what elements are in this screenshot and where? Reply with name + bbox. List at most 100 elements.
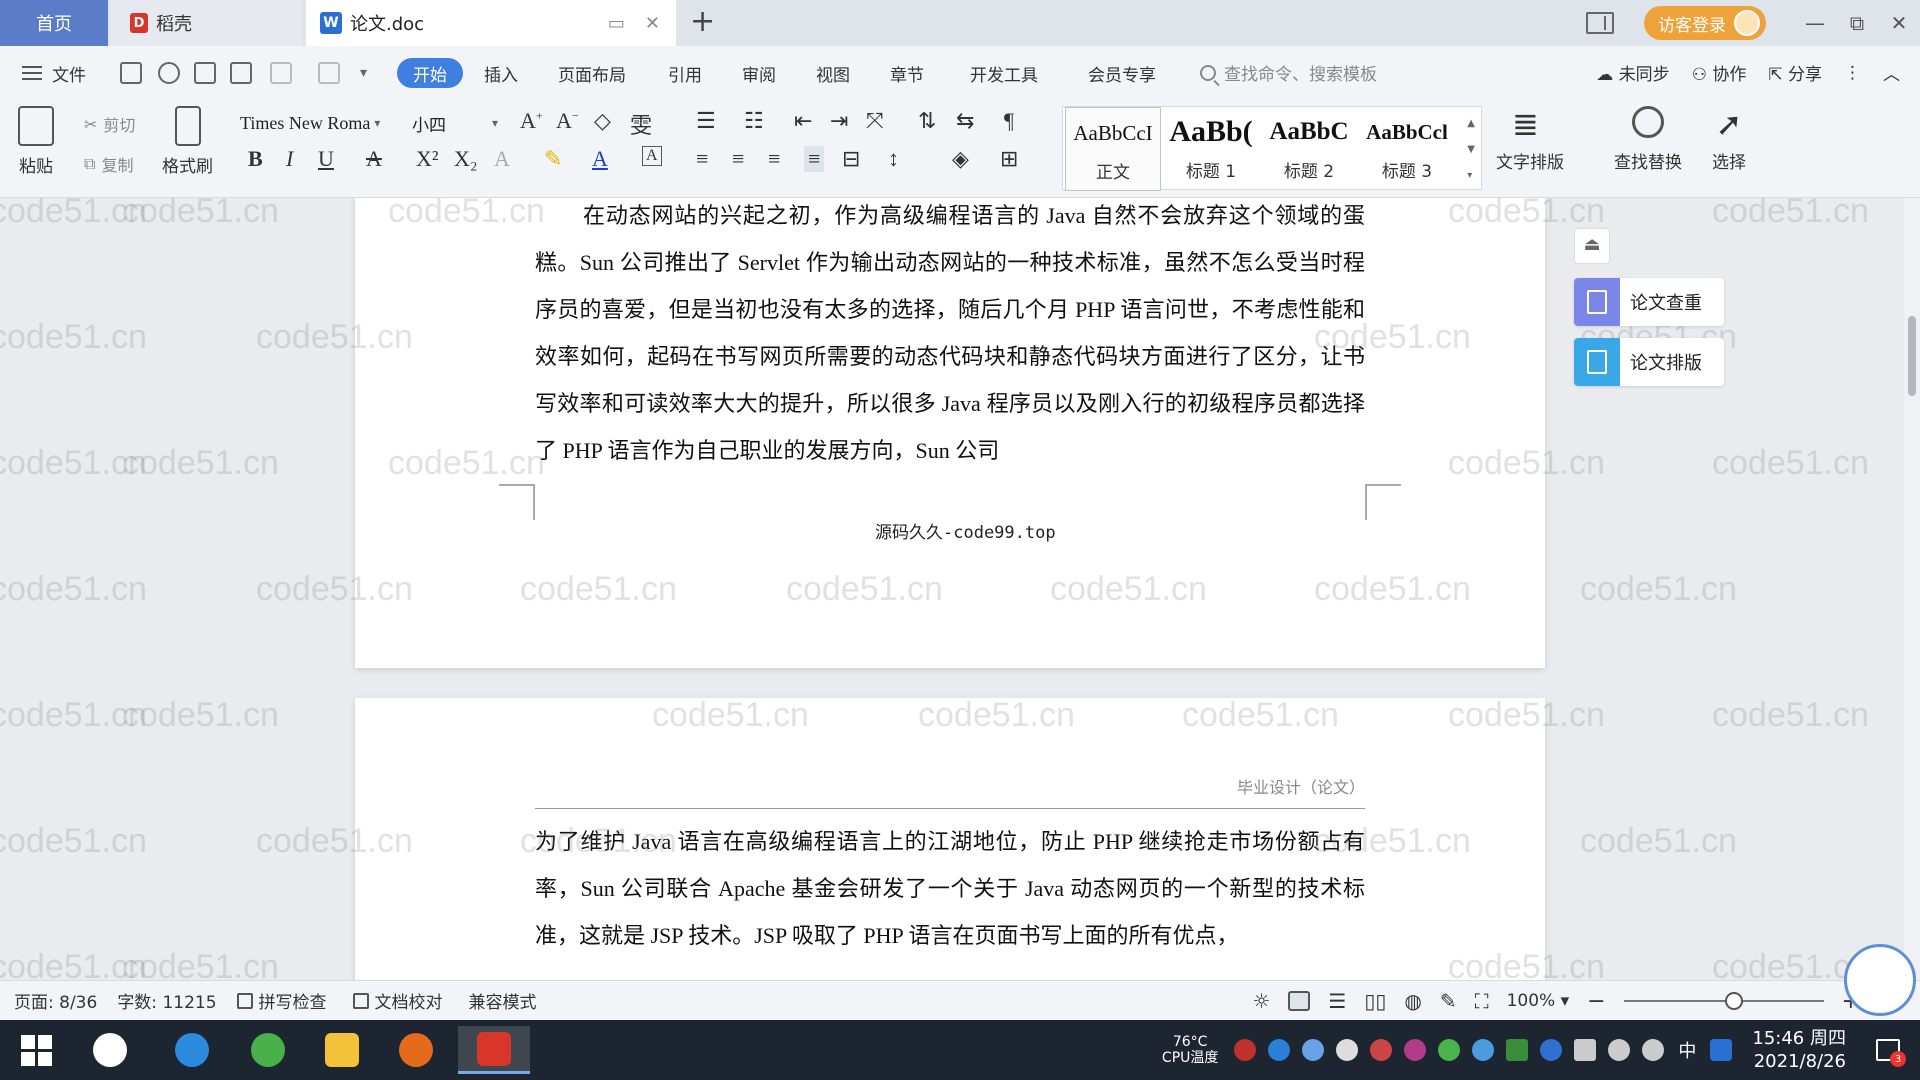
tray-app-icon[interactable] xyxy=(1234,1039,1257,1061)
edit-view-icon[interactable]: ✎ xyxy=(1440,989,1457,1013)
system-clock[interactable]: 15:46 周四 2021/8/26 xyxy=(1752,1027,1846,1073)
body-paragraph[interactable]: 为了维护 Java 语言在高级编程语言上的江湖地位，防止 PHP 继续抢走市场份… xyxy=(535,818,1365,959)
page-view-icon[interactable] xyxy=(1288,991,1311,1011)
qq-icon[interactable] xyxy=(1710,1039,1733,1061)
reading-view-icon[interactable]: ▯▯ xyxy=(1364,989,1386,1013)
notification-center-icon[interactable]: 3 xyxy=(1876,1039,1906,1067)
taskbar-app[interactable] xyxy=(242,1026,294,1074)
menu-page-layout[interactable]: 页面布局 xyxy=(558,58,626,88)
style-heading-1[interactable]: AaBb( 标题 1 xyxy=(1163,107,1259,191)
side-panel-collapse-button[interactable]: ⏏ xyxy=(1574,228,1610,264)
underline-button[interactable]: U xyxy=(318,146,334,172)
bell-icon[interactable] xyxy=(1336,1039,1359,1061)
italic-button[interactable]: I xyxy=(286,146,293,172)
menu-review[interactable]: 审阅 xyxy=(742,58,776,88)
distribute-icon[interactable]: ⊟ xyxy=(842,146,860,172)
taskbar-app[interactable] xyxy=(166,1026,218,1074)
collapse-ribbon-icon[interactable]: ︿ xyxy=(1883,60,1900,85)
style-normal[interactable]: AaBbCcI 正文 xyxy=(1065,107,1161,191)
word-count[interactable]: 字数: 11215 xyxy=(117,988,216,1013)
doc-proof-button[interactable]: 文档校对 xyxy=(352,988,443,1013)
document-page[interactable]: 毕业设计（论文） 为了维护 Java 语言在高级编程语言上的江湖地位，防止 PH… xyxy=(355,698,1545,980)
justify-icon[interactable]: ≡ xyxy=(804,146,825,172)
web-view-icon[interactable]: ◍ xyxy=(1404,989,1421,1013)
restore-button[interactable]: ⧉ xyxy=(1836,0,1878,46)
redo-icon[interactable] xyxy=(318,62,340,84)
battery-icon[interactable] xyxy=(1574,1039,1597,1061)
new-tab-button[interactable]: + xyxy=(690,6,715,38)
window-layout-icon[interactable] xyxy=(1586,12,1614,34)
gpu-icon[interactable] xyxy=(1506,1039,1529,1061)
eye-protection-icon[interactable]: ☼ xyxy=(1252,989,1270,1013)
char-border-icon[interactable]: A xyxy=(642,146,662,166)
clear-format-icon[interactable]: ◇ xyxy=(594,108,611,134)
wifi-icon[interactable] xyxy=(1608,1039,1631,1061)
borders-icon[interactable]: ⊞ xyxy=(1000,146,1018,172)
numbered-list-icon[interactable]: ☷ xyxy=(744,108,764,134)
sort-icon[interactable]: ⇅ xyxy=(918,108,936,134)
menu-member[interactable]: 会员专享 xyxy=(1088,58,1156,88)
menu-chapter[interactable]: 章节 xyxy=(890,58,924,88)
zoom-out-button[interactable]: − xyxy=(1587,989,1605,1014)
phonetic-guide-icon[interactable]: 雯 xyxy=(630,108,652,140)
shield-icon[interactable] xyxy=(1302,1039,1325,1061)
select-button[interactable]: ➚ 选择 xyxy=(1712,106,1746,173)
bluetooth-icon[interactable] xyxy=(1540,1039,1563,1061)
font-color-icon[interactable]: A xyxy=(592,146,608,172)
style-heading-2[interactable]: AaBbC 标题 2 xyxy=(1261,107,1357,191)
paper-check-button[interactable]: 论文查重 xyxy=(1574,278,1724,326)
style-heading-3[interactable]: AaBbCcl 标题 3 xyxy=(1359,107,1455,191)
visitor-login-button[interactable]: 访客登录 xyxy=(1644,6,1766,40)
text-layout-button[interactable]: ≣ 文字排版 xyxy=(1496,106,1564,173)
tab-float-icon[interactable]: ▭ xyxy=(608,13,625,34)
print-icon[interactable] xyxy=(194,62,216,84)
tab-home[interactable]: 首页 xyxy=(0,0,108,46)
superscript-icon[interactable]: X² xyxy=(416,146,438,172)
quick-access-dropdown-icon[interactable]: ▾ xyxy=(360,58,367,88)
minimize-button[interactable]: — xyxy=(1794,0,1836,46)
more-options-icon[interactable]: ⋮ xyxy=(1844,63,1861,83)
bold-button[interactable]: B xyxy=(248,146,263,172)
cut-button[interactable]: ✂ 剪切 xyxy=(84,112,135,136)
share-button[interactable]: ⇱ 分享 xyxy=(1768,60,1822,85)
tray-app-icon[interactable] xyxy=(1404,1039,1427,1061)
zoom-slider[interactable] xyxy=(1623,992,1824,1010)
font-size-select[interactable]: 小四 ▾ xyxy=(412,110,512,136)
strikethrough-icon[interactable]: A xyxy=(366,146,382,172)
outline-view-icon[interactable]: ☰ xyxy=(1328,989,1346,1013)
taskbar-app[interactable] xyxy=(390,1026,442,1074)
vertical-scrollbar[interactable] xyxy=(1904,198,1920,980)
tab-daoke[interactable]: D 稻壳 xyxy=(110,0,302,46)
tab-document[interactable]: W 论文.doc ▭ ✕ xyxy=(306,0,676,46)
tray-app-icon[interactable] xyxy=(1268,1039,1291,1061)
ime-indicator[interactable]: 中 xyxy=(1678,1037,1696,1063)
menu-references[interactable]: 引用 xyxy=(668,58,702,88)
highlight-icon[interactable]: ✎ xyxy=(544,146,562,172)
assistant-avatar-icon[interactable] xyxy=(1844,944,1916,1016)
taskbar-app-wps[interactable] xyxy=(458,1026,530,1074)
zoom-slider-knob[interactable] xyxy=(1724,992,1743,1010)
taskbar-app[interactable] xyxy=(84,1026,136,1074)
font-name-select[interactable]: Times New Roma ▾ xyxy=(240,110,410,136)
paste-button[interactable]: 粘贴 xyxy=(18,106,54,177)
body-paragraph[interactable]: 在动态网站的兴起之初，作为高级编程语言的 Java 自然不会放弃这个领域的蛋糕。… xyxy=(535,198,1365,474)
tray-app-icon[interactable] xyxy=(1370,1039,1393,1061)
fit-page-icon[interactable]: ⛶ xyxy=(1475,989,1489,1013)
find-replace-button[interactable]: 查找替换 xyxy=(1614,106,1682,173)
taskbar-app[interactable] xyxy=(316,1026,368,1074)
start-button[interactable] xyxy=(10,1026,62,1074)
volume-icon[interactable] xyxy=(1642,1039,1665,1061)
zoom-select[interactable]: 100% ▾ xyxy=(1507,991,1570,1011)
format-painter-button[interactable]: 格式刷 xyxy=(162,106,213,177)
menu-view[interactable]: 视图 xyxy=(816,58,850,88)
scrollbar-thumb[interactable] xyxy=(1908,316,1916,396)
menu-start[interactable]: 开始 xyxy=(397,58,463,88)
bullet-list-icon[interactable]: ☰ xyxy=(696,108,716,134)
page-indicator[interactable]: 页面: 8/36 xyxy=(14,988,97,1013)
align-center-icon[interactable]: ≡ xyxy=(732,146,744,172)
text-effect-icon[interactable]: A xyxy=(494,146,510,172)
decrease-indent-icon[interactable]: ⇤ xyxy=(794,108,812,134)
tray-app-icon[interactable] xyxy=(1472,1039,1495,1061)
tab-close-icon[interactable]: ✕ xyxy=(645,13,660,34)
save-icon[interactable] xyxy=(120,62,142,84)
